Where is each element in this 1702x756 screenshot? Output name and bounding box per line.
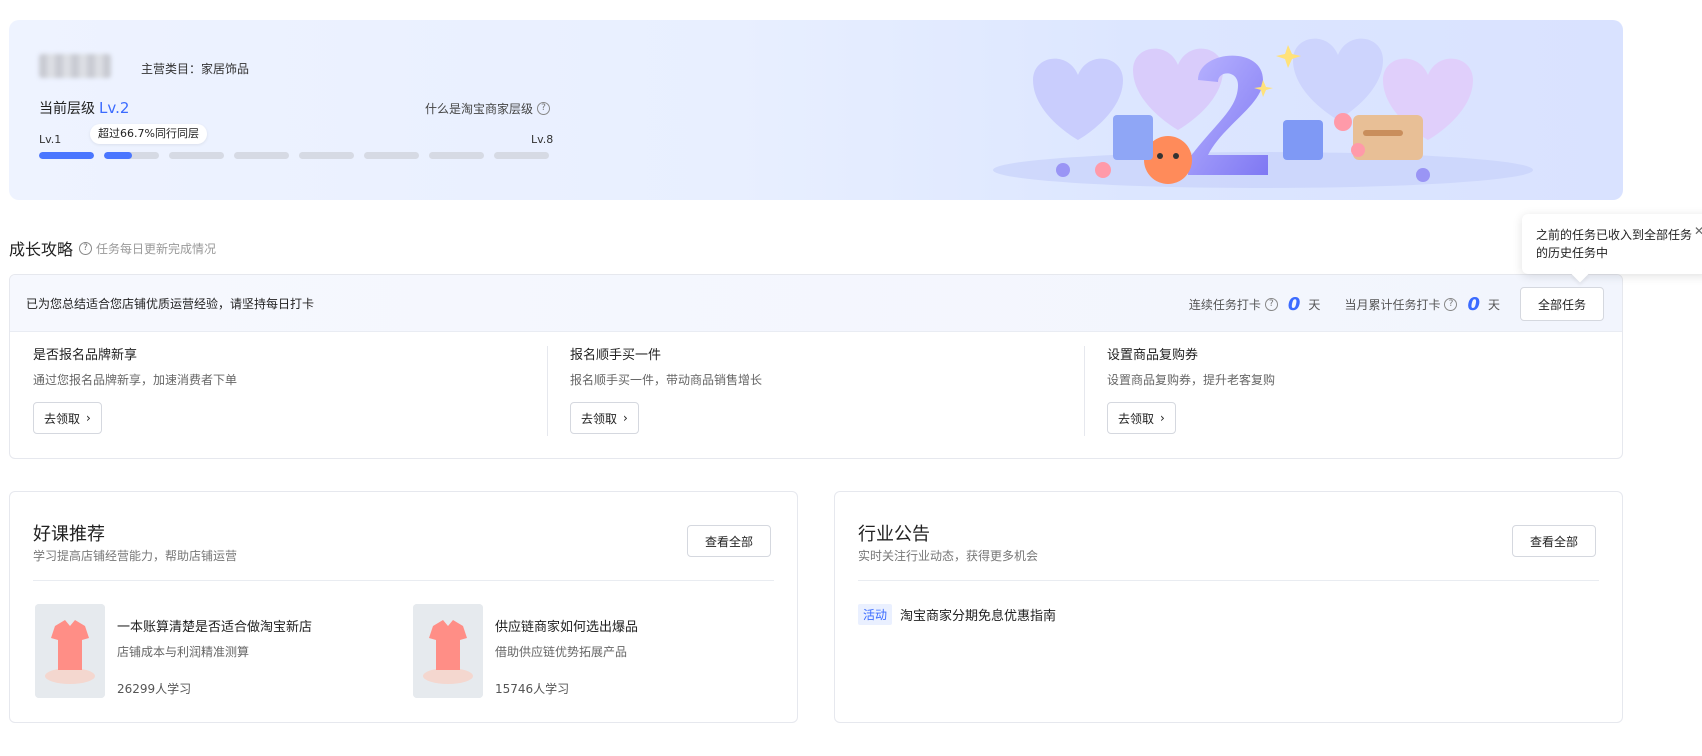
task-desc: 设置商品复购券，提升老客复购 <box>1107 373 1276 387</box>
monthly-label: 当月累计任务打卡 <box>1344 297 1441 312</box>
level-progress-segment <box>234 152 289 159</box>
divider <box>1084 346 1085 436</box>
current-level: 当前层级 Lv.2 <box>39 98 129 118</box>
what-is-level-text: 什么是淘宝商家层级 <box>425 102 534 116</box>
task-title: 报名顺手买一件 <box>570 348 662 363</box>
help-icon[interactable]: ? <box>1264 297 1278 311</box>
claim-button-label: 去领取 <box>581 411 618 426</box>
announcements-subtitle: 实时关注行业动态，获得更多机会 <box>858 549 1039 563</box>
claim-button[interactable]: 去领取 › <box>33 402 102 434</box>
level-progress-segment <box>429 152 484 159</box>
task-item: 设置商品复购券 设置商品复购券，提升老客复购 去领取 › <box>1107 344 1622 434</box>
streak-count: 0 <box>1287 293 1301 315</box>
announcements-card: 行业公告 实时关注行业动态，获得更多机会 查看全部 活动 淘宝商家分期免息优惠指… <box>834 491 1623 723</box>
main-category: 主营类目：家居饰品 <box>141 62 250 76</box>
close-icon[interactable]: ✕ <box>1694 222 1702 240</box>
growth-help-text: 任务每日更新完成情况 <box>96 242 217 256</box>
checkin-stats: 连续任务打卡 ? 0 天 当月累计任务打卡 ? 0 天 全部任务 <box>1189 287 1604 321</box>
current-level-label: 当前层级 <box>39 101 95 117</box>
level-progress-fill <box>39 152 94 159</box>
course-info: 供应链商家如何选出爆品 借助供应链优势拓展产品 15746人学习 <box>495 604 638 698</box>
store-name-redacted <box>39 54 111 78</box>
claim-button[interactable]: 去领取 › <box>570 402 639 434</box>
level-progress-segment <box>39 152 94 159</box>
task-card: 已为您总结适合您店铺优质运营经验，请坚持每日打卡 连续任务打卡 ? 0 天 当月… <box>9 274 1623 459</box>
level-progress-segment <box>494 152 549 159</box>
help-icon[interactable]: ? <box>1444 297 1458 311</box>
task-item: 报名顺手买一件 报名顺手买一件，带动商品销售增长 去领取 › <box>570 344 1090 434</box>
percentile-tooltip: 超过66.7%同行同层 <box>90 124 207 144</box>
level-progress-fill <box>104 152 132 159</box>
history-tasks-popover: 之前的任务已收入到全部任务的历史任务中 ✕ <box>1522 214 1702 283</box>
current-level-value: Lv.2 <box>99 99 130 117</box>
task-intro-text: 已为您总结适合您店铺优质运营经验，请坚持每日打卡 <box>26 297 315 311</box>
claim-button-label: 去领取 <box>44 411 81 426</box>
streak-unit: 天 <box>1308 297 1321 312</box>
divider <box>33 580 774 581</box>
announcement-item[interactable]: 活动 淘宝商家分期免息优惠指南 <box>858 604 1056 625</box>
help-icon[interactable]: ? <box>79 242 92 255</box>
level-progress-bar <box>39 152 549 159</box>
streak-label: 连续任务打卡 <box>1188 297 1261 312</box>
task-title: 设置商品复购券 <box>1107 348 1199 363</box>
task-desc: 通过您报名品牌新享，加速消费者下单 <box>33 373 238 387</box>
course-item[interactable]: 一本账算清楚是否适合做淘宝新店 店铺成本与利润精准测算 26299人学习 <box>35 604 312 698</box>
what-is-level-link[interactable]: 什么是淘宝商家层级 ? <box>425 100 551 117</box>
tshirt-icon <box>35 604 105 698</box>
task-desc: 报名顺手买一件，带动商品销售增长 <box>570 373 763 387</box>
level-progress-segment <box>364 152 419 159</box>
course-item[interactable]: 供应链商家如何选出爆品 借助供应链优势拓展产品 15746人学习 <box>413 604 638 698</box>
popover-text: 之前的任务已收入到全部任务的历史任务中 <box>1536 228 1693 260</box>
course-desc: 借助供应链优势拓展产品 <box>495 645 628 659</box>
announcement-tag: 活动 <box>858 604 893 625</box>
level-banner: 主营类目：家居饰品 当前层级 Lv.2 什么是淘宝商家层级 ? Lv.1 Lv.… <box>9 20 1623 200</box>
chevron-right-icon: › <box>86 411 91 425</box>
announcements-view-all-button[interactable]: 查看全部 <box>1512 525 1596 557</box>
announcement-text: 淘宝商家分期免息优惠指南 <box>900 609 1057 624</box>
courses-subtitle: 学习提高店铺经营能力，帮助店铺运营 <box>33 549 238 563</box>
task-title: 是否报名品牌新享 <box>33 348 138 363</box>
course-desc: 店铺成本与利润精准测算 <box>117 645 250 659</box>
course-title: 供应链商家如何选出爆品 <box>495 620 639 635</box>
announcements-title: 行业公告 <box>858 524 930 545</box>
level-progress-segment <box>104 152 159 159</box>
chevron-right-icon: › <box>1160 411 1165 425</box>
claim-button[interactable]: 去领取 › <box>1107 402 1176 434</box>
divider <box>547 346 548 436</box>
courses-view-all-button[interactable]: 查看全部 <box>687 525 771 557</box>
claim-button-label: 去领取 <box>1118 411 1155 426</box>
courses-card: 好课推荐 学习提高店铺经营能力，帮助店铺运营 查看全部 一本账算清楚是否适合做淘… <box>9 491 798 723</box>
course-learners: 15746人学习 <box>495 682 570 696</box>
level-progress-segment <box>169 152 224 159</box>
level-2-illustration <box>993 38 1533 188</box>
level-max-label: Lv.8 <box>531 133 554 146</box>
task-item: 是否报名品牌新享 通过您报名品牌新享，加速消费者下单 去领取 › <box>33 344 553 434</box>
divider <box>858 580 1599 581</box>
growth-section-title: 成长攻略 <box>9 240 74 259</box>
monthly-unit: 天 <box>1487 297 1500 312</box>
task-header: 已为您总结适合您店铺优质运营经验，请坚持每日打卡 连续任务打卡 ? 0 天 当月… <box>10 275 1622 332</box>
all-tasks-button[interactable]: 全部任务 <box>1520 287 1604 321</box>
course-learners: 26299人学习 <box>117 682 192 696</box>
course-title: 一本账算清楚是否适合做淘宝新店 <box>117 620 313 635</box>
level-progress-segment <box>299 152 354 159</box>
tshirt-icon <box>413 604 483 698</box>
level-min-label: Lv.1 <box>39 133 62 146</box>
course-info: 一本账算清楚是否适合做淘宝新店 店铺成本与利润精准测算 26299人学习 <box>117 604 312 698</box>
help-icon: ? <box>537 102 551 115</box>
chevron-right-icon: › <box>623 411 628 425</box>
course-thumbnail <box>413 604 483 698</box>
monthly-count: 0 <box>1467 293 1480 315</box>
task-list: 是否报名品牌新享 通过您报名品牌新享，加速消费者下单 去领取 › 报名顺手买一件… <box>10 332 1622 458</box>
growth-help: ? 任务每日更新完成情况 <box>79 240 216 257</box>
courses-title: 好课推荐 <box>33 524 105 545</box>
course-thumbnail <box>35 604 105 698</box>
